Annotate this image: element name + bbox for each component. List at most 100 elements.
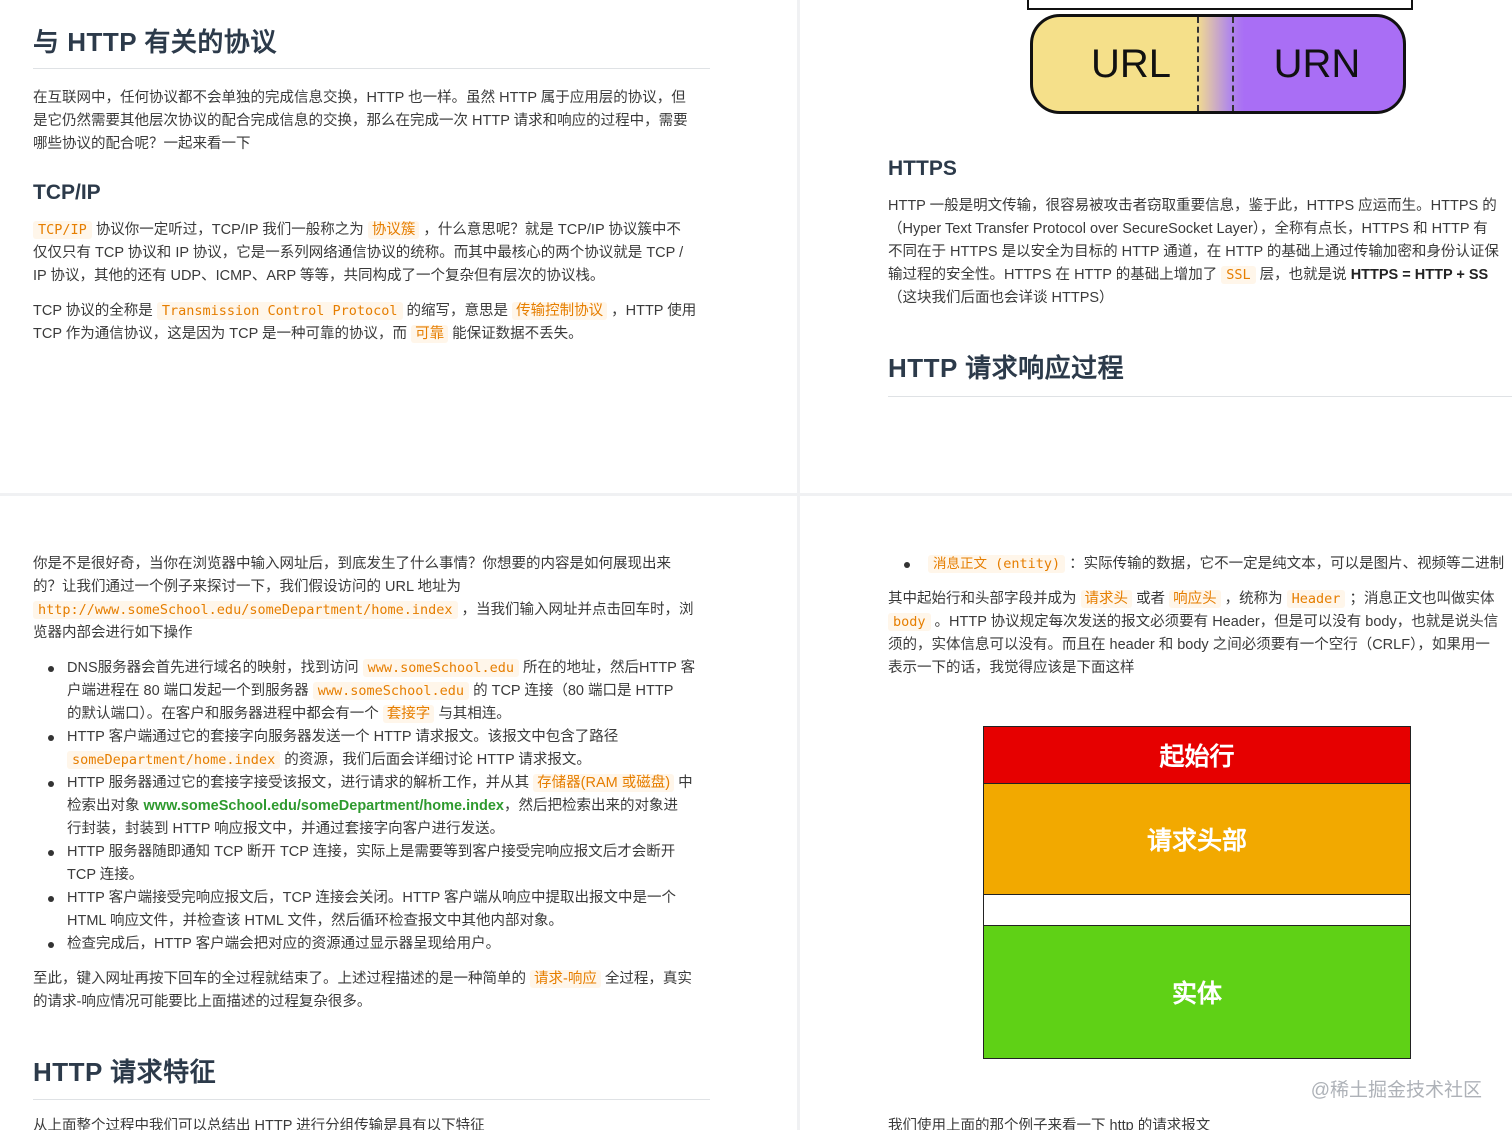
text: 所在的地址，然后HTTP 客 xyxy=(523,660,696,676)
inline-code: Transmission Control Protocol xyxy=(156,302,403,320)
bullet-icon xyxy=(48,735,54,741)
text-line: 检查完成后，HTTP 客户端会把对应的资源通过显示器呈现给用户。 xyxy=(67,936,501,952)
process-intro-paragraph: 你是不是很好奇，当你在浏览器中输入网址后，到底发生了什么事情？你想要的内容是如何… xyxy=(33,553,694,645)
text-line: （这块我们后面也会详谈 HTTPS） xyxy=(888,290,1114,306)
text: 至此，键入网址再按下回车的全过程就结束了。上述过程描述的是一种简单的 xyxy=(33,971,526,987)
keyword: 请求-响应 xyxy=(530,970,601,988)
overlap-dash-left xyxy=(1197,17,1199,111)
list-item: HTTP 服务器随即通知 TCP 断开 TCP 连接，实际上是需要等到客户接受完… xyxy=(33,841,733,887)
inline-code: body xyxy=(888,613,931,631)
text-line: IP 协议，其他的还有 UDP、ICMP、ARP 等等，共同构成了一个复杂但有层… xyxy=(33,268,605,284)
text-line: 须的，实体信息可以没有。而且在 header 和 body 之间必须要有一个空行… xyxy=(888,637,1490,653)
text: 的默认端口）。在客户和服务器进程中都会有一个 xyxy=(67,706,379,722)
list-item: HTTP 客户端接受完响应报文后，TCP 连接会关闭。HTTP 客户端从响应中提… xyxy=(33,887,733,933)
text: HTTP 服务器通过它的套接字接受该报文，进行请求的解析工作，并从其 xyxy=(67,775,530,791)
message-block-request-header: 请求头部 xyxy=(983,783,1411,895)
inline-code: www.someSchool.edu xyxy=(312,682,470,700)
highlight-url: www.someSchool.edu/someDepartment/home.i… xyxy=(143,798,504,814)
text: TCP 作为通信协议，这是因为 TCP 是一种可靠的协议，而 xyxy=(33,326,408,342)
list-item: 检查完成后，HTTP 客户端会把对应的资源通过显示器呈现给用户。 xyxy=(33,933,733,956)
text-line: 的请求-响应情况可能要比上面描述的过程复杂很多。 xyxy=(33,994,372,1010)
text: 或者 xyxy=(1136,591,1166,607)
text: 输过程的安全性。HTTPS 在 HTTP 的基础上增加了 xyxy=(888,267,1218,283)
text: 其中起始行和头部字段并成为 xyxy=(888,591,1077,607)
intro-paragraph: 在互联网中，任何协议都不会单独的完成信息交换，HTTP 也一样。虽然 HTTP … xyxy=(33,87,688,156)
section-title-related-protocols: 与 HTTP 有关的协议 xyxy=(33,27,277,57)
text-line: 从上面整个过程中我们可以总结出 HTTP 进行分组传输是具有以下特征 xyxy=(33,1118,485,1130)
tcp-paragraph: TCP 协议的全称是 Transmission Control Protocol… xyxy=(33,300,696,346)
keyword: 响应头 xyxy=(1169,590,1221,608)
keyword: 可靠 xyxy=(411,325,449,343)
text-line: 行封装，封装到 HTTP 响应报文中，并通过套接字向客户进行发送。 xyxy=(67,821,505,837)
bullet-icon xyxy=(48,942,54,948)
text: 与其相连。 xyxy=(438,706,511,722)
text-line: HTTP 客户端通过它的套接字向服务器发送一个 HTTP 请求报文。该报文中包含… xyxy=(67,729,619,745)
text-line: 我们使用上面的那个例子来看一下 http 的请求报文 xyxy=(888,1118,1211,1130)
text-line: 哪些协议的配合呢？一起来看一下 xyxy=(33,136,251,152)
text-line: （Hyper Text Transfer Protocol over Secur… xyxy=(888,221,1488,237)
keyword: 请求头 xyxy=(1080,590,1133,608)
text-line: HTTP 服务器随即通知 TCP 断开 TCP 连接，实际上是需要等到客户接受完… xyxy=(67,844,676,860)
text-line: 览器内部会进行如下操作 xyxy=(33,625,193,641)
text-line: 不同在于 HTTPS 是以安全为目标的 HTTP 通道，在 HTTP 的基础上通… xyxy=(888,244,1499,260)
text: DNS服务器会首先进行域名的映射，找到访问 xyxy=(67,660,359,676)
inline-code-url: http://www.someSchool.edu/someDepartment… xyxy=(33,601,458,619)
text-line: HTML 响应文件，并检查该 HTML 文件，然后循环检查报文中其他内部对象。 xyxy=(67,913,563,929)
doc-page-top-right: URL URN HTTPS HTTP 一般是明文传输，很容易被攻击者窃取重要信息… xyxy=(800,0,1512,493)
text-line: 在互联网中，任何协议都不会单独的完成信息交换，HTTP 也一样。虽然 HTTP … xyxy=(33,90,686,106)
title-divider xyxy=(33,1099,710,1100)
tcpip-paragraph: TCP/IP 协议你一定听过，TCP/IP 我们一般称之为 协议簇 ，什么意思呢… xyxy=(33,219,683,288)
bullet-icon xyxy=(48,850,54,856)
text: 的资源，我们后面会详细讨论 HTTP 请求报文。 xyxy=(284,752,591,768)
overlap-dash-right xyxy=(1232,17,1234,111)
heading-tcpip: TCP/IP xyxy=(33,181,101,204)
inline-code: 消息正文 (entity) xyxy=(928,555,1066,573)
inline-code: TCP/IP xyxy=(33,221,92,239)
features-intro: 从上面整个过程中我们可以总结出 HTTP 进行分组传输是具有以下特征 xyxy=(33,1115,485,1130)
process-steps-list: DNS服务器会首先进行域名的映射，找到访问 www.someSchool.edu… xyxy=(33,657,733,956)
text: TCP 协议的全称是 xyxy=(33,303,153,319)
doc-page-bottom-left: 你是不是很好奇，当你在浏览器中输入网址后，到底发生了什么事情？你想要的内容是如何… xyxy=(0,496,797,1130)
url-label: URL xyxy=(1090,41,1172,86)
text: ，什么意思呢？就是 TCP/IP 协议簇中不 xyxy=(423,222,681,238)
text: ，HTTP 使用 xyxy=(611,303,697,319)
text: 户端进程在 80 端口发起一个到服务器 xyxy=(67,683,309,699)
keyword: 协议簇 xyxy=(367,221,420,239)
inline-code: www.someSchool.edu xyxy=(362,659,519,677)
watermark: @稀土掘金技术社区 xyxy=(1310,1080,1482,1101)
inline-code: Header xyxy=(1286,590,1346,608)
doc-page-top-left: 与 HTTP 有关的协议 在互联网中，任何协议都不会单独的完成信息交换，HTTP… xyxy=(0,0,797,493)
doc-page-bottom-right: 消息正文 (entity) ：实际传输的数据，它不一定是纯文本，可以是图片、视频… xyxy=(800,496,1512,1130)
text-line: 是它仍然需要其他层次协议的配合完成信息的交换，那么在完成一次 HTTP 请求和响… xyxy=(33,113,688,129)
list-item: 消息正文 (entity) ：实际传输的数据，它不一定是纯文本，可以是图片、视频… xyxy=(888,553,1512,576)
text-line: HTTP 一般是明文传输，很容易被攻击者窃取重要信息，鉴于此，HTTPS 应运而… xyxy=(888,198,1497,214)
bullet-icon xyxy=(904,562,910,568)
inline-code: SSL xyxy=(1221,266,1256,284)
list-item: HTTP 客户端通过它的套接字向服务器发送一个 HTTP 请求报文。该报文中包含… xyxy=(33,726,733,772)
text-line: 你是不是很好奇，当你在浏览器中输入网址后，到底发生了什么事情？你想要的内容是如何… xyxy=(33,556,671,572)
text: ：实际传输的数据，它不一定是纯文本，可以是图片、视频等二进制 xyxy=(1069,556,1505,572)
example-intro: 我们使用上面的那个例子来看一下 http 的请求报文 xyxy=(888,1115,1210,1130)
title-divider xyxy=(888,396,1512,397)
text: 的 TCP 连接（80 端口是 HTTP xyxy=(473,683,674,699)
entity-list: 消息正文 (entity) ：实际传输的数据，它不一定是纯文本，可以是图片、视频… xyxy=(888,553,1512,576)
heading-https: HTTPS xyxy=(888,157,957,180)
bullet-icon xyxy=(48,666,54,672)
text: 的缩写，意思是 xyxy=(406,303,509,319)
message-block-empty-line xyxy=(983,894,1411,926)
section-title-request-features: HTTP 请求特征 xyxy=(33,1057,217,1087)
message-block-start-line: 起始行 xyxy=(983,726,1411,784)
url-urn-diagram: URL URN xyxy=(1030,14,1406,114)
text-line: TCP 连接。 xyxy=(67,867,144,883)
text: 能保证数据不丢失。 xyxy=(452,326,583,342)
message-block-entity: 实体 xyxy=(983,925,1411,1059)
text: 。HTTP 协议规定每次发送的报文必须要有 Header，但是可以没有 body… xyxy=(934,614,1499,630)
list-item: DNS服务器会首先进行域名的映射，找到访问 www.someSchool.edu… xyxy=(33,657,733,726)
text: 层，也就是说 xyxy=(1259,267,1347,283)
title-divider xyxy=(33,68,710,69)
bold-text: HTTPS = HTTP + SS xyxy=(1350,267,1489,283)
keyword: 存储器(RAM 或磁盘) xyxy=(533,774,675,792)
text: ；消息正文也叫做实体 xyxy=(1349,591,1495,607)
text: 协议你一定听过，TCP/IP 我们一般称之为 xyxy=(95,222,364,238)
header-body-paragraph: 其中起始行和头部字段并成为 请求头 或者 响应头 ，统称为 Header ；消息… xyxy=(888,588,1498,680)
